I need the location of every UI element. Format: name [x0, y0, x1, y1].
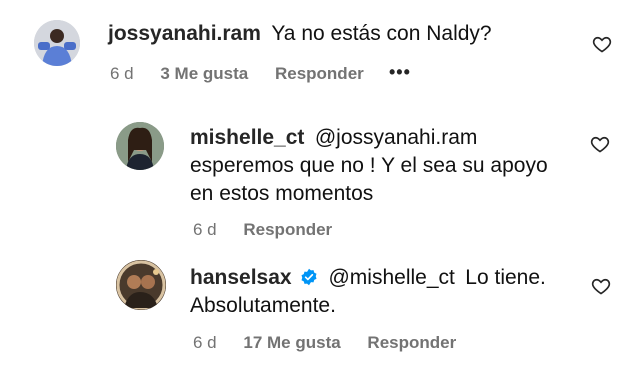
- comment-body: mishelle_ct @jossyanahi.ram: [190, 124, 477, 151]
- timestamp: 6 d: [193, 333, 217, 352]
- comment-meta: 6 d 17 Me gusta Responder: [193, 333, 456, 353]
- comment-mishelle: mishelle_ct @jossyanahi.ram esperemos qu…: [0, 110, 640, 250]
- likes-count[interactable]: 3 Me gusta: [160, 64, 248, 84]
- likes-count[interactable]: 17 Me gusta: [243, 333, 340, 353]
- heart-icon[interactable]: [591, 276, 611, 296]
- avatar-image: [116, 260, 166, 310]
- mention-link[interactable]: @mishelle_ct: [328, 266, 454, 289]
- comment-text: Ya no estás con Naldy?: [271, 22, 492, 45]
- comment-jossyanahi: jossyanahi.ram Ya no estás con Naldy? 6 …: [0, 0, 640, 100]
- comment-text-line1: esperemos que no ! Y el sea su apoyo: [190, 154, 548, 177]
- timestamp: 6 d: [110, 64, 134, 83]
- username[interactable]: jossyanahi.ram: [108, 22, 261, 45]
- comment-body: hanselsax @mishelle_ct Lo tiene.: [190, 264, 546, 291]
- comment-text-line2: en estos momentos: [190, 182, 374, 205]
- comment-body: jossyanahi.ram Ya no estás con Naldy?: [108, 20, 492, 47]
- reply-button[interactable]: Responder: [275, 64, 364, 84]
- comment-meta: 6 d 3 Me gusta Responder: [110, 64, 364, 84]
- username[interactable]: mishelle_ct: [190, 126, 304, 149]
- verified-badge-icon: [301, 268, 317, 286]
- heart-icon[interactable]: [590, 134, 610, 154]
- avatar-image: [34, 20, 80, 66]
- avatar-image: [116, 122, 164, 170]
- comment-text-line1: Lo tiene.: [465, 266, 546, 289]
- reply-button[interactable]: Responder: [367, 333, 456, 353]
- comment-text-line2: Absolutamente.: [190, 294, 336, 317]
- comment-meta: 6 d Responder: [193, 220, 332, 240]
- more-options-button[interactable]: •••: [389, 62, 411, 83]
- mention-link[interactable]: @jossyanahi.ram: [315, 126, 478, 149]
- avatar[interactable]: [116, 122, 164, 170]
- heart-icon[interactable]: [592, 34, 612, 54]
- username[interactable]: hanselsax: [190, 266, 292, 289]
- comment-hanselsax: hanselsax @mishelle_ct Lo tiene. Absolut…: [0, 250, 640, 376]
- avatar[interactable]: [116, 260, 166, 310]
- reply-button[interactable]: Responder: [243, 220, 332, 240]
- avatar[interactable]: [34, 20, 80, 66]
- timestamp: 6 d: [193, 220, 217, 239]
